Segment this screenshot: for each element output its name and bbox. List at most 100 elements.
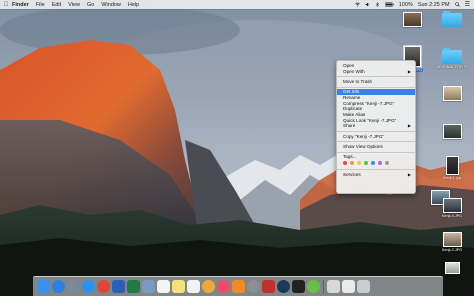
menu-item-show-view-options[interactable]: Show View Options — [337, 144, 415, 150]
reminders-icon[interactable] — [187, 280, 200, 293]
tag-color-dot[interactable] — [364, 161, 368, 166]
menu-item-label: Rename — [343, 94, 361, 100]
tag-color-dot[interactable] — [378, 161, 382, 166]
menu-file[interactable]: File — [36, 2, 45, 8]
calendar-icon[interactable] — [157, 280, 170, 293]
menu-app-name[interactable]: Finder — [12, 2, 29, 8]
menu-separator — [337, 86, 415, 88]
music-icon[interactable] — [217, 280, 230, 293]
tag-color-dot[interactable] — [385, 161, 389, 166]
app-store-icon[interactable] — [82, 280, 95, 293]
image-thumbnail-icon — [442, 198, 462, 213]
chrome-icon[interactable] — [97, 280, 110, 293]
search-icon[interactable] — [454, 2, 460, 7]
menu-item-label: Move to Trash — [343, 78, 373, 84]
menu-window[interactable]: Window — [101, 2, 121, 8]
terminal-icon[interactable] — [292, 280, 305, 293]
battery-icon[interactable] — [384, 2, 394, 7]
menu-item-label: Get Info — [343, 89, 360, 95]
desktop-icon[interactable]: Kenji-1.jpg — [432, 156, 472, 180]
desktop-icon[interactable] — [432, 124, 472, 140]
menu-separator — [337, 76, 415, 77]
desktop-icon-label: Kenji-1.jpg — [443, 176, 461, 180]
desktop-icon[interactable]: Kenji-4.JPG — [432, 198, 472, 218]
image-thumbnail-icon — [442, 86, 462, 101]
menu-item-label: Duplicate — [343, 106, 363, 112]
volume-icon[interactable] — [365, 2, 370, 7]
books-icon[interactable] — [232, 280, 245, 293]
word-icon[interactable] — [112, 280, 125, 293]
desktop-icon[interactable]: Kenji-2.JPG — [432, 232, 472, 252]
menu-item-label: Open — [343, 63, 355, 68]
tag-color-dot[interactable] — [343, 161, 347, 166]
trash-icon[interactable] — [356, 280, 370, 293]
menu-separator — [337, 141, 415, 142]
desktop-icon-label: ORIGINAL FONTS — [436, 65, 468, 69]
downloads-stack-icon[interactable] — [326, 280, 340, 293]
excel-icon[interactable] — [127, 280, 140, 293]
submenu-arrow-icon: ▶ — [407, 123, 411, 129]
menu-item-tags[interactable]: Tags... — [337, 154, 415, 160]
tag-color-row — [337, 160, 415, 167]
battery-percent: 100% — [398, 1, 413, 8]
image-thumbnail-icon — [444, 262, 460, 274]
menu-item-label: Open With — [343, 68, 365, 74]
app-green-icon[interactable] — [307, 280, 320, 293]
menu-item-label: Services — [343, 171, 361, 177]
steam-icon[interactable] — [277, 280, 290, 293]
submenu-arrow-icon: ▶ — [407, 171, 411, 177]
folder-icon — [442, 48, 462, 64]
menu-go[interactable]: Go — [87, 2, 94, 8]
menu-help[interactable]: Help — [128, 2, 139, 8]
launchpad-icon[interactable] — [67, 280, 80, 293]
notes-icon[interactable] — [172, 280, 185, 293]
preview-icon[interactable] — [142, 280, 155, 293]
menu-item-label: Quick Look "Kenji -7.JPG" — [343, 117, 397, 123]
tag-color-dot[interactable] — [371, 161, 375, 166]
menu-separator — [337, 168, 415, 170]
menu-item-label: Tags... — [343, 154, 357, 160]
desktop-folder[interactable] — [432, 11, 472, 28]
desktop-icon[interactable] — [432, 86, 472, 102]
image-thumbnail-icon — [402, 12, 422, 27]
desktop-icon[interactable] — [392, 12, 432, 28]
dock — [33, 276, 443, 296]
menu-item-open-with[interactable]: Open With ▶ — [337, 69, 415, 75]
menu-clock[interactable]: Sun 2:25 PM — [418, 2, 450, 8]
image-thumbnail-icon — [442, 124, 462, 139]
image-thumbnail-icon — [445, 156, 459, 175]
wifi-icon[interactable] — [355, 2, 360, 7]
menu-item-move-to-trash[interactable]: Move to Trash — [337, 79, 415, 85]
menu-item-label: Make Alias — [343, 112, 366, 117]
photo-booth-icon[interactable] — [262, 280, 275, 293]
menu-item-label: Copy "Kenji -7.JPG" — [343, 133, 385, 139]
menu-separator — [337, 151, 415, 153]
bluetooth-icon[interactable] — [375, 2, 380, 7]
documents-stack-icon[interactable] — [341, 280, 355, 293]
list-icon[interactable]: ☰ — [465, 1, 470, 8]
menu-edit[interactable]: Edit — [52, 2, 61, 8]
system-preferences-icon[interactable] — [247, 280, 260, 293]
submenu-arrow-icon: ▶ — [407, 68, 411, 74]
menu-item-share[interactable]: Share ▶ — [337, 123, 415, 129]
menu-item-label: Compress "Kenji -7.JPG" — [343, 100, 395, 106]
menu-bar:  Finder File Edit View Go Window Help 1… — [0, 0, 474, 9]
desktop-icon-label: Kenji-2.JPG — [441, 248, 463, 252]
safari-icon[interactable] — [52, 280, 65, 293]
menu-item-copy[interactable]: Copy "Kenji -7.JPG" — [337, 134, 415, 140]
menu-item-label: Show View Options — [343, 143, 383, 149]
desktop-icon-label: Kenji-4.JPG — [441, 214, 463, 218]
apple-logo-icon[interactable]:  — [0, 2, 12, 8]
tag-color-dot[interactable] — [357, 161, 361, 166]
tag-color-dot[interactable] — [350, 161, 354, 166]
menu-extras: 100% Sun 2:25 PM ☰ — [355, 1, 474, 8]
photos-icon[interactable] — [202, 280, 215, 293]
finder-icon[interactable] — [37, 280, 50, 293]
folder-icon — [442, 11, 462, 27]
desktop-folder[interactable]: ORIGINAL FONTS — [432, 48, 472, 69]
desktop-icon[interactable] — [432, 262, 472, 275]
menu-view[interactable]: View — [68, 2, 80, 8]
menu-item-services[interactable]: Services ▶ — [337, 172, 415, 178]
context-menu: Open Open With ▶ Move to Trash Get Info R… — [336, 60, 416, 194]
menu-item-label: Share — [343, 123, 356, 129]
